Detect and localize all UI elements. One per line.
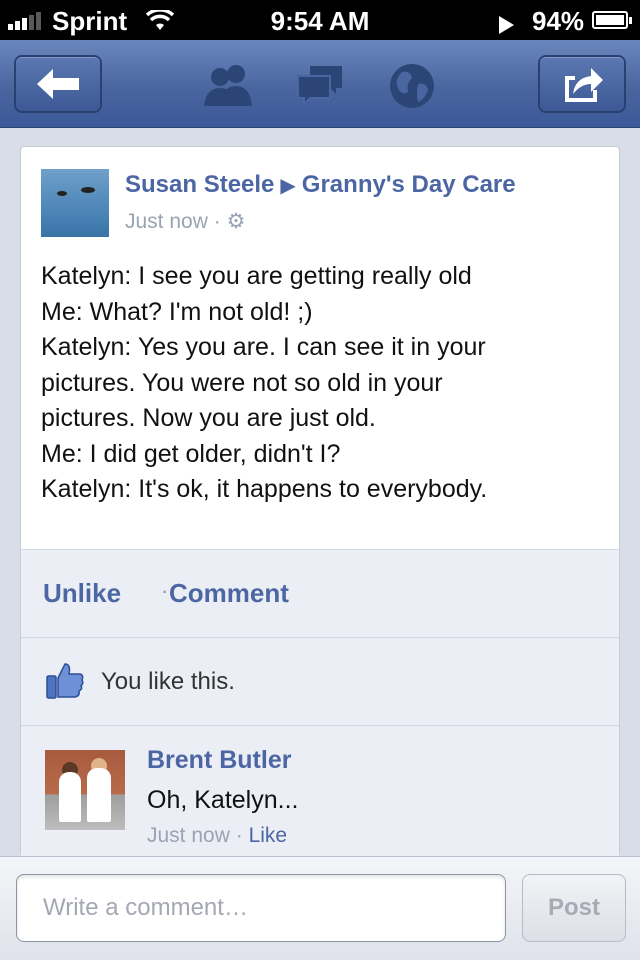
post-line: pictures. Now you are just old. (41, 404, 376, 432)
post-line: Katelyn: Yes you are. I can see it in yo… (41, 333, 486, 361)
globe-icon[interactable] (388, 62, 436, 115)
comment-button[interactable]: Comment (169, 578, 289, 609)
unlike-button[interactable]: Unlike (43, 578, 121, 609)
comment-timestamp: Just now (147, 824, 230, 847)
post-button[interactable]: Post (522, 874, 626, 942)
likes-row: You like this. (21, 637, 619, 725)
comment-item: Brent Butler Oh, Katelyn... Just now · L… (21, 725, 619, 857)
friends-icon[interactable] (200, 62, 256, 113)
share-button[interactable] (538, 55, 626, 113)
post-body: Katelyn: I see you are getting really ol… (41, 259, 601, 508)
actions-separator: · (161, 578, 169, 603)
comment-input[interactable] (16, 874, 506, 942)
nav-bar (0, 40, 640, 128)
comment-like-link[interactable]: Like (249, 824, 288, 847)
post-meta: Just now · ⚙ (125, 209, 245, 234)
post-line: Katelyn: It's ok, it happens to everybod… (41, 475, 488, 503)
post-actions: Unlike · Comment (21, 549, 619, 637)
arrow-right-icon: ▶ (280, 175, 296, 197)
post-card: Susan Steele ▶ Granny's Day Care Just now … (20, 146, 620, 857)
author-name-link[interactable]: Susan Steele (125, 171, 274, 198)
post-line: Me: What? I'm not old! ;) (41, 297, 313, 326)
comment-text: Oh, Katelyn... (147, 786, 299, 814)
comment-composer: Post (0, 856, 640, 960)
play-icon (496, 11, 516, 42)
commenter-name-link[interactable]: Brent Butler (147, 746, 291, 775)
author-avatar[interactable] (41, 169, 109, 237)
target-page-link[interactable]: Granny's Day Care (302, 171, 516, 198)
comment-meta: Just now · Like (147, 824, 287, 848)
meta-separator: · (213, 210, 221, 233)
post-timestamp: Just now (125, 210, 208, 233)
messages-icon[interactable] (296, 62, 346, 113)
comment-meta-separator: · (235, 824, 243, 847)
status-bar: Sprint 9:54 AM 94% (0, 0, 640, 40)
post-line: pictures. You were not so old in your (41, 368, 443, 397)
back-arrow-icon (37, 69, 79, 99)
share-icon (565, 68, 603, 102)
likes-text: You like this. (101, 668, 235, 695)
privacy-gear-icon[interactable]: ⚙ (227, 210, 246, 233)
commenter-avatar[interactable] (45, 750, 125, 830)
battery-icon (592, 11, 632, 29)
thumbs-up-icon (45, 660, 85, 705)
post-line: Katelyn: I see you are getting really ol… (41, 262, 472, 290)
post-header: Susan Steele ▶ Granny's Day Care (125, 171, 516, 199)
battery-percentage: 94% (532, 6, 585, 36)
back-button[interactable] (14, 55, 102, 113)
post-line: Me: I did get older, didn't I? (41, 439, 341, 468)
